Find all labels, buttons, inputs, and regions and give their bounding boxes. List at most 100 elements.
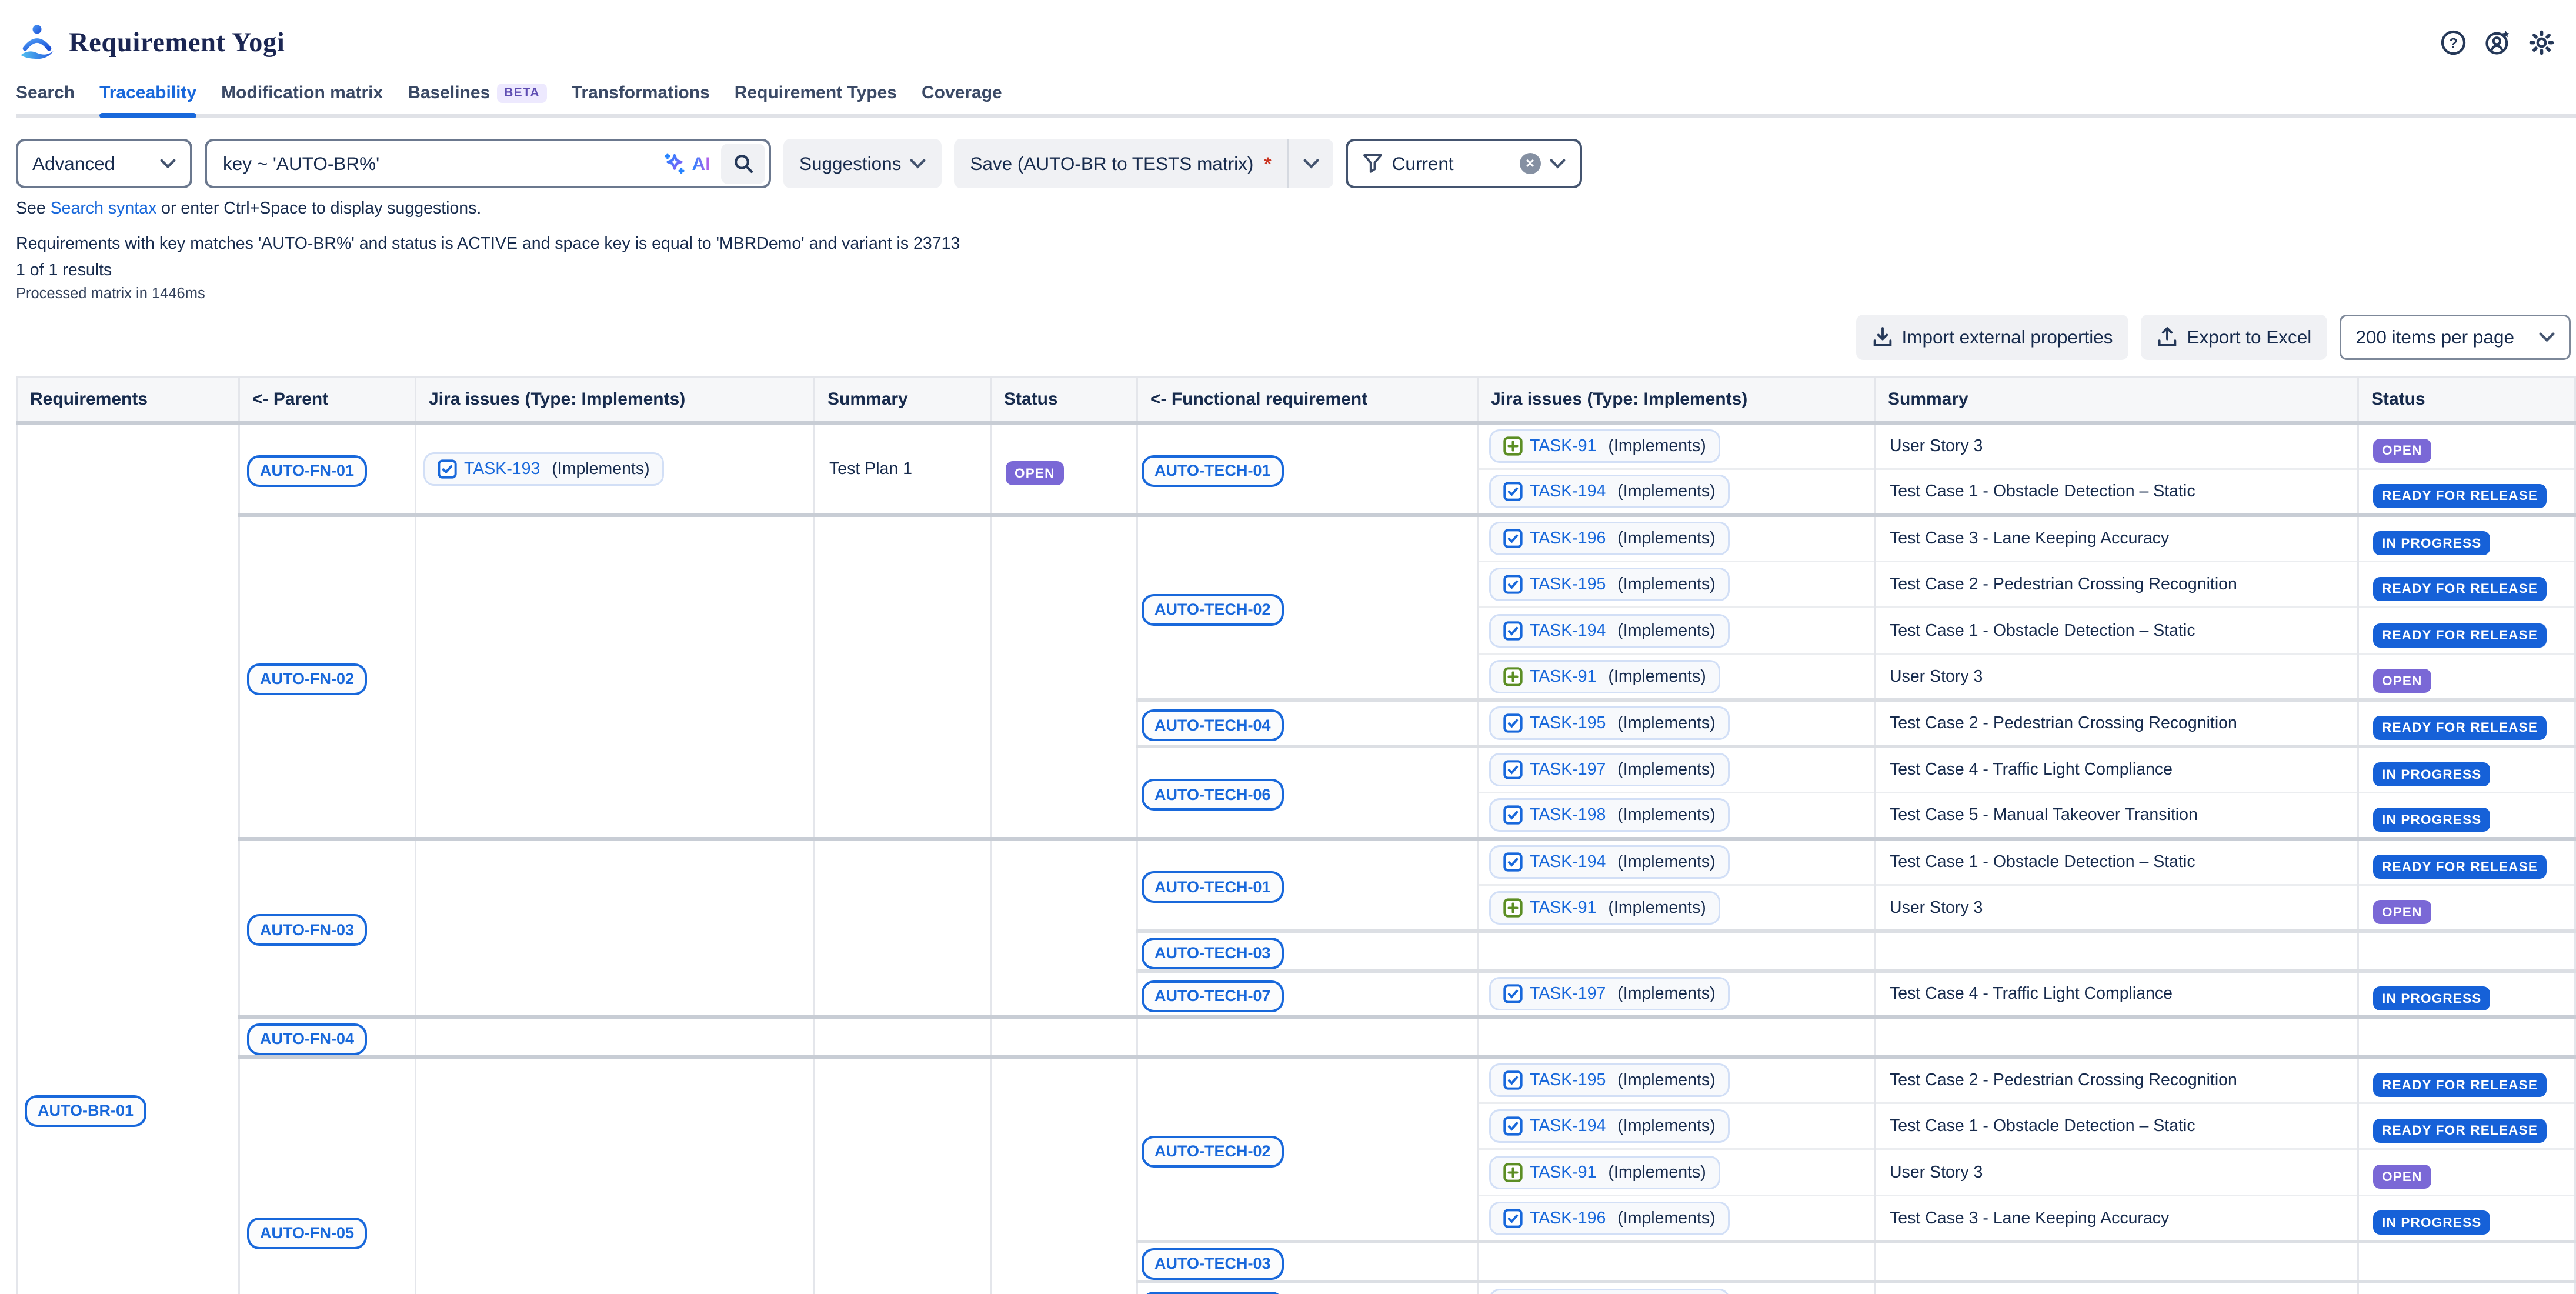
tab-bar: Search Traceability Modification matrix Bas…: [16, 79, 2576, 118]
jira-issue-link[interactable]: TASK-194: [1530, 482, 1606, 501]
functional-requirement-cell: AUTO-TECH-01: [1137, 839, 1478, 931]
suggestions-button[interactable]: Suggestions: [783, 139, 942, 188]
summary-cell: [815, 1017, 991, 1057]
app-header: Requirement Yogi ?: [0, 0, 2576, 67]
jira-issue-chip[interactable]: TASK-194 (Implements): [1489, 1109, 1730, 1143]
user-profile-icon[interactable]: [2484, 29, 2511, 56]
search-input[interactable]: key ~ 'AUTO-BR%' AI: [205, 139, 771, 188]
jira-issue-chip[interactable]: TASK-196 (Implements): [1489, 522, 1730, 555]
jira-issues-cell: [416, 515, 815, 839]
jira-issue-chip[interactable]: TASK-194 (Implements): [1489, 475, 1730, 508]
export-to-excel-button[interactable]: Export to Excel: [2141, 315, 2327, 360]
tab-requirement-types[interactable]: Requirement Types: [735, 79, 897, 114]
functional-requirement-chip[interactable]: AUTO-TECH-03: [1142, 938, 1284, 969]
functional-requirement-chip[interactable]: AUTO-TECH-02: [1142, 1136, 1284, 1168]
save-matrix-button[interactable]: Save (AUTO-BR to TESTS matrix) *: [954, 139, 1289, 188]
jira-issue-chip[interactable]: TASK-197 (Implements): [1489, 753, 1730, 786]
jira-issues-cell: [416, 1057, 815, 1294]
app-title: Requirement Yogi: [69, 27, 285, 58]
task-type-icon: [1503, 482, 1523, 501]
jira-issue-link[interactable]: TASK-195: [1530, 1070, 1606, 1090]
parent-cell: AUTO-FN-03: [239, 839, 416, 1017]
status-cell: [991, 1057, 1137, 1294]
tab-transformations[interactable]: Transformations: [572, 79, 710, 114]
ai-assist-button[interactable]: AI: [662, 151, 711, 176]
functional-requirement-chip[interactable]: AUTO-TECH-04: [1142, 709, 1284, 741]
tab-baselines[interactable]: BaselinesBETA: [408, 79, 547, 114]
jira-issue-link[interactable]: TASK-194: [1530, 852, 1606, 872]
tab-coverage[interactable]: Coverage: [922, 79, 1002, 114]
table-row: AUTO-FN-04: [17, 1017, 2575, 1057]
settings-gear-icon[interactable]: [2528, 29, 2555, 56]
column-header: Summary: [1875, 376, 2358, 423]
status-cell: [2358, 1017, 2575, 1057]
jira-issue-link[interactable]: TASK-91: [1530, 436, 1597, 456]
jira-issues-cell: TASK-91 (Implements): [1478, 423, 1875, 469]
jira-issue-link[interactable]: TASK-194: [1530, 621, 1606, 641]
page-size-select[interactable]: 200 items per page: [2340, 315, 2571, 360]
jira-issue-link[interactable]: TASK-195: [1530, 575, 1606, 594]
task-type-icon: [1503, 984, 1523, 1003]
relation-label: (Implements): [1613, 575, 1715, 594]
jira-issue-chip[interactable]: TASK-91 (Implements): [1489, 429, 1720, 463]
parent-requirement-chip[interactable]: AUTO-FN-05: [247, 1218, 367, 1249]
jira-issue-chip[interactable]: TASK-194 (Implements): [1489, 845, 1730, 879]
jira-issue-chip[interactable]: TASK-91 (Implements): [1489, 891, 1720, 925]
status-cell: [2358, 1242, 2575, 1282]
jira-issue-link[interactable]: TASK-195: [1530, 713, 1606, 733]
parent-requirement-chip[interactable]: AUTO-FN-02: [247, 663, 367, 695]
tab-label: Traceability: [99, 83, 196, 103]
jira-issue-chip[interactable]: TASK-195 (Implements): [1489, 706, 1730, 740]
jira-issue-link[interactable]: TASK-91: [1530, 667, 1597, 686]
jira-issue-chip[interactable]: TASK-196 (Implements): [1489, 1202, 1730, 1235]
tab-search[interactable]: Search: [16, 79, 75, 114]
jira-issue-link[interactable]: TASK-194: [1530, 1116, 1606, 1136]
parent-cell: AUTO-FN-02: [239, 515, 416, 839]
summary-cell: Test Case 3 - Lane Keeping Accuracy: [1875, 515, 2358, 562]
functional-requirement-chip[interactable]: AUTO-TECH-06: [1142, 779, 1284, 811]
functional-requirement-chip[interactable]: AUTO-TECH-03: [1142, 1248, 1284, 1280]
functional-requirement-chip[interactable]: AUTO-TECH-01: [1142, 455, 1284, 487]
parent-requirement-chip[interactable]: AUTO-FN-01: [247, 455, 367, 487]
clear-baseline-icon[interactable]: ×: [1520, 153, 1541, 174]
jira-issue-link[interactable]: TASK-91: [1530, 1163, 1597, 1182]
jira-issue-link[interactable]: TASK-197: [1530, 984, 1606, 1003]
save-options-button[interactable]: [1289, 139, 1333, 188]
jira-issue-link[interactable]: TASK-197: [1530, 760, 1606, 779]
tab-modification-matrix[interactable]: Modification matrix: [221, 79, 383, 114]
jira-issue-chip[interactable]: TASK-197 (Implements): [1489, 977, 1730, 1010]
jira-issue-chip[interactable]: TASK-193 (Implements): [423, 452, 664, 486]
task-type-icon: [1503, 621, 1523, 641]
jira-issue-chip[interactable]: TASK-196 (Implements): [1489, 1289, 1730, 1294]
jira-issue-link[interactable]: TASK-193: [464, 459, 540, 479]
jira-issue-link[interactable]: TASK-196: [1530, 1209, 1606, 1228]
search-syntax-link[interactable]: Search syntax: [51, 199, 157, 218]
jira-issue-chip[interactable]: TASK-195 (Implements): [1489, 1063, 1730, 1097]
jira-issue-chip[interactable]: TASK-194 (Implements): [1489, 614, 1730, 648]
functional-requirement-chip[interactable]: AUTO-TECH-01: [1142, 871, 1284, 903]
tab-traceability[interactable]: Traceability: [99, 79, 196, 114]
search-mode-select[interactable]: Advanced: [16, 139, 192, 188]
import-external-properties-button[interactable]: Import external properties: [1856, 315, 2129, 360]
parent-requirement-chip[interactable]: AUTO-FN-03: [247, 914, 367, 946]
jira-issue-link[interactable]: TASK-196: [1530, 529, 1606, 548]
jira-issue-chip[interactable]: TASK-91 (Implements): [1489, 1156, 1720, 1189]
relation-label: (Implements): [1613, 852, 1715, 872]
task-type-icon: [1503, 575, 1523, 594]
jira-issue-chip[interactable]: TASK-91 (Implements): [1489, 660, 1720, 693]
jira-issue-link[interactable]: TASK-91: [1530, 898, 1597, 918]
jira-issue-link[interactable]: TASK-198: [1530, 805, 1606, 825]
jira-issue-chip[interactable]: TASK-198 (Implements): [1489, 798, 1730, 832]
functional-requirement-chip[interactable]: AUTO-TECH-02: [1142, 594, 1284, 626]
jira-issue-chip[interactable]: TASK-195 (Implements): [1489, 568, 1730, 601]
status-cell: IN PROGRESS: [2358, 792, 2575, 839]
functional-requirement-chip[interactable]: AUTO-TECH-07: [1142, 980, 1284, 1012]
baseline-select[interactable]: Current ×: [1346, 139, 1582, 188]
search-button[interactable]: [721, 144, 765, 184]
upload-icon: [2157, 326, 2178, 348]
help-icon[interactable]: ?: [2440, 29, 2467, 56]
parent-requirement-chip[interactable]: AUTO-FN-04: [247, 1023, 367, 1055]
summary-cell: [815, 839, 991, 1017]
functional-requirement-chip[interactable]: AUTO-TECH-05: [1142, 1292, 1284, 1294]
requirement-chip[interactable]: AUTO-BR-01: [25, 1095, 146, 1127]
